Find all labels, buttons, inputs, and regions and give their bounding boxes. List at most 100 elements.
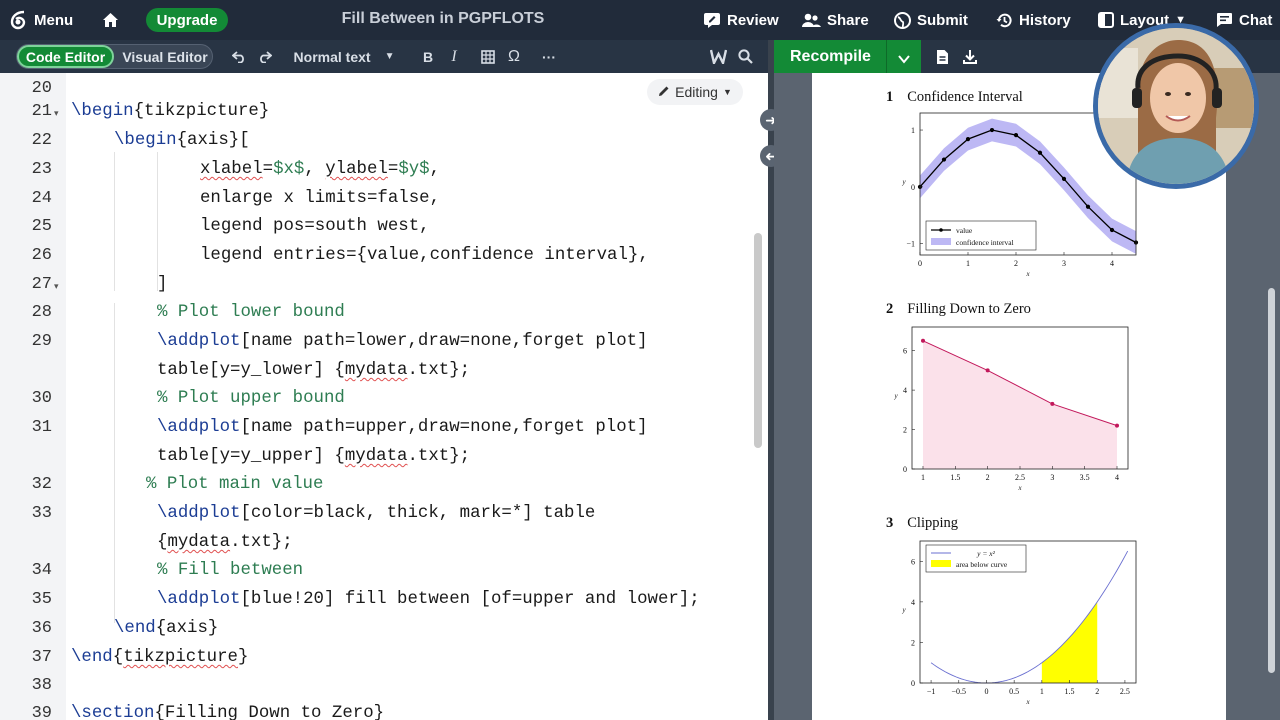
code-line-24: enlarge x limits=false, [200, 189, 441, 208]
upgrade-button[interactable]: Upgrade [146, 8, 228, 32]
italic-button[interactable]: I [445, 40, 463, 73]
table-icon[interactable] [479, 40, 497, 73]
legend-fill-swatch [931, 560, 951, 567]
spellcheck-icon[interactable] [708, 40, 728, 73]
y-tick-label: 6 [903, 347, 907, 356]
line-number: 22 [31, 131, 52, 150]
x-tick-label: 0.5 [1009, 687, 1019, 696]
y-tick-label: 4 [911, 598, 915, 607]
y-axis-label: y [901, 178, 906, 186]
legend-value-marker [939, 228, 943, 232]
code-line-22: \begin{axis}[ [114, 131, 250, 150]
y-axis-label: y [893, 392, 898, 400]
redo-icon[interactable] [256, 40, 274, 73]
code-editor-tab[interactable]: Code Editor [17, 45, 114, 68]
y-axis-label: y [901, 606, 906, 614]
area-fill [922, 340, 1118, 469]
text-style-dropdown[interactable]: Normal text ▼ [286, 40, 402, 73]
more-button[interactable]: ··· [538, 40, 560, 73]
line-number: 29 [31, 332, 52, 351]
caret-down-icon: ▼ [384, 51, 395, 62]
globe-icon [894, 11, 911, 29]
filling-down-to-zero-chart: 1 1.5 2 2.5 3 3.5 4 0 2 4 6 x y [893, 326, 1129, 492]
code-editor[interactable]: 20 21 ▾ 22 23 24 25 26 27 ▾ 28 29 30 31 32 33 34 35 36 37 38… [0, 73, 768, 720]
y-tick-label: −1 [906, 240, 915, 249]
value-point [965, 137, 971, 142]
review-label: Review [727, 11, 779, 29]
code-line-31-cont: table[y=y_upper] {mydata.txt}; [157, 447, 471, 466]
line-number: 26 [31, 246, 52, 265]
value-point [1013, 133, 1019, 138]
line-number: 36 [31, 619, 52, 638]
x-tick-label: 3 [1050, 473, 1054, 482]
menu-label: Menu [34, 11, 74, 29]
home-button[interactable] [102, 0, 119, 40]
x-tick-label: 0 [918, 259, 922, 268]
search-icon[interactable] [735, 40, 755, 73]
bold-button[interactable]: B [419, 40, 437, 73]
x-tick-label: 2.5 [1015, 473, 1025, 482]
line-number: 38 [31, 676, 52, 695]
data-point [920, 338, 925, 343]
recompile-button[interactable]: Recompile [774, 40, 921, 73]
code-line-26: legend entries={value,confidence interva… [200, 246, 649, 265]
chat-label: Chat [1239, 11, 1273, 29]
data-point [985, 368, 990, 373]
line-number-gutter: 20 21 ▾ 22 23 24 25 26 27 ▾ 28 29 30 31 32 33 34 35 36 37 38… [0, 73, 66, 720]
y-tick-label: 2 [903, 426, 907, 435]
legend-fill-label: area below curve [956, 560, 1008, 569]
editor-mode-toggle: Code Editor Visual Editor [16, 44, 213, 69]
line-number: 32 [31, 475, 52, 494]
code-line-28: % Plot lower bound [157, 303, 345, 322]
document-icon[interactable] [932, 40, 952, 73]
line-number: 23 [31, 160, 52, 179]
project-title[interactable]: Fill Between in PGPFLOTS [300, 0, 586, 40]
pdf-scrollbar[interactable] [1268, 288, 1275, 673]
overleaf-logo-icon [10, 10, 28, 30]
undo-icon[interactable] [230, 40, 248, 73]
x-tick-label: 0 [984, 687, 988, 696]
share-button[interactable]: Share [801, 0, 869, 40]
x-tick-label: 3.5 [1080, 473, 1090, 482]
x-tick-label: 3 [1062, 259, 1066, 268]
line-number: 21 [31, 102, 52, 121]
x-tick-label: 1 [966, 259, 970, 268]
line-number: 30 [31, 389, 52, 408]
editing-label: Editing [675, 84, 718, 100]
history-icon [996, 12, 1013, 29]
x-tick-label: −1 [927, 687, 936, 696]
download-icon[interactable] [960, 40, 980, 73]
value-point [1109, 227, 1115, 233]
indent-guide [157, 152, 158, 291]
chat-icon [1216, 12, 1233, 28]
omega-button[interactable]: Ω [505, 40, 523, 73]
history-button[interactable]: History [996, 0, 1071, 40]
code-line-27: ] [157, 275, 168, 294]
layout-icon [1098, 12, 1114, 28]
text-style-label: Normal text [293, 48, 371, 65]
x-tick-label: 2 [1014, 259, 1018, 268]
x-tick-label: 4 [1115, 473, 1119, 482]
code-line-37: \end{tikzpicture} [71, 648, 249, 667]
review-button[interactable]: Review [703, 0, 779, 40]
visual-editor-tab[interactable]: Visual Editor [117, 45, 213, 68]
y-tick-label: 2 [911, 638, 915, 647]
x-tick-label: 1 [921, 473, 925, 482]
chat-button[interactable]: Chat [1216, 0, 1272, 40]
fold-caret-icon[interactable]: ▾ [54, 108, 59, 119]
code-line-30: % Plot upper bound [157, 389, 345, 408]
value-point [1037, 150, 1043, 155]
chevron-down-icon: ▼ [722, 87, 732, 97]
section-heading-2: 2 Filling Down to Zero [886, 301, 1031, 317]
editing-mode-dropdown[interactable]: Editing ▼ [647, 79, 743, 105]
menu-button[interactable]: Menu [10, 0, 73, 40]
clipping-chart: −1 −0.5 0 0.5 1 1.5 2 2.5 0 2 4 6 x y y = x² area below… [901, 540, 1137, 706]
chevron-down-icon[interactable] [898, 51, 910, 69]
submit-label: Submit [917, 11, 968, 29]
x-tick-label: 1.5 [1065, 687, 1075, 696]
code-line-29-cont: table[y=y_lower] {mydata.txt}; [157, 361, 471, 380]
editor-scrollbar[interactable] [754, 233, 762, 448]
fold-caret-icon[interactable]: ▾ [54, 281, 59, 292]
code-line-31: \addplot[name path=upper,draw=none,forge… [157, 418, 648, 437]
submit-button[interactable]: Submit [894, 0, 968, 40]
